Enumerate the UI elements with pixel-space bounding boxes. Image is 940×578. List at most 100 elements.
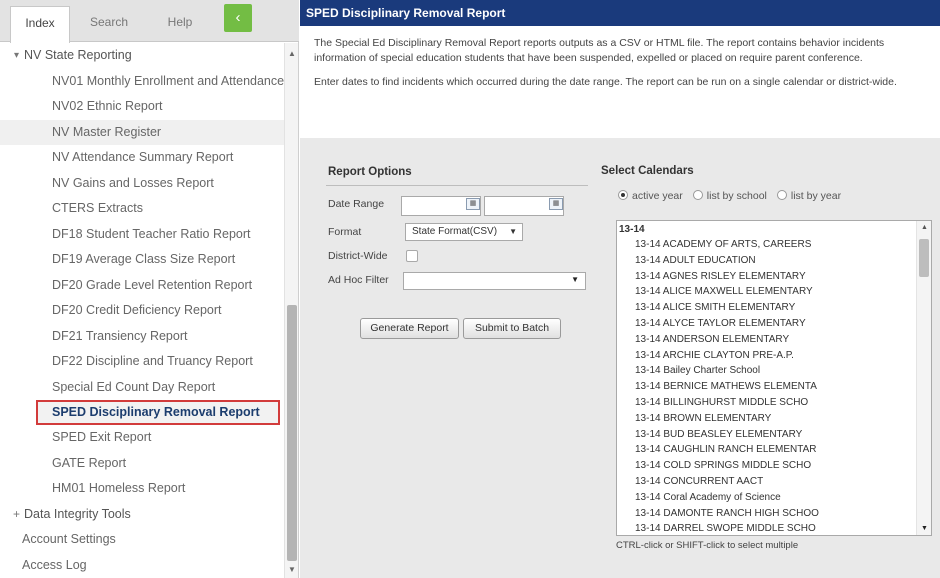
tree-item[interactable]: NV01 Monthly Enrollment and Attendance [0, 69, 284, 95]
description-paragraph: The Special Ed Disciplinary Removal Repo… [314, 37, 885, 64]
tree-item[interactable]: NV02 Ethnic Report [0, 94, 284, 120]
tab-index[interactable]: Index [10, 6, 70, 43]
radio-button[interactable] [692, 190, 703, 200]
generate-report-button[interactable]: Generate Report [360, 318, 459, 339]
collapse-panel-button[interactable]: ‹ [224, 4, 252, 32]
format-label: Format [328, 226, 362, 238]
instructions-paragraph: Enter dates to find incidents which occu… [314, 76, 897, 88]
calendar-option[interactable]: 13-14 ADULT EDUCATION [617, 253, 917, 269]
chevron-down-icon: ▼ [571, 275, 579, 284]
radio-option[interactable]: list by year [776, 190, 841, 202]
tree-item[interactable]: CTERS Extracts [0, 196, 284, 222]
radio-button[interactable] [618, 190, 628, 200]
tree-item-label: CTERS Extracts [52, 201, 143, 215]
tree-item-label: Access Log [22, 557, 87, 572]
calendar-option[interactable]: 13-14 ARCHIE CLAYTON PRE-A.P. [617, 348, 917, 364]
calendar-option[interactable]: 13-14 Coral Academy of Science [617, 490, 917, 506]
calendar-option[interactable]: 13-14 DAMONTE RANCH HIGH SCHOO [617, 506, 917, 522]
scroll-thumb[interactable] [287, 305, 297, 561]
tree-item-label: DF20 Credit Deficiency Report [52, 303, 222, 317]
tree-item-label: DF21 Transiency Report [52, 328, 188, 343]
calendar-option[interactable]: 13-14 COLD SPRINGS MIDDLE SCHO [617, 458, 917, 474]
ad-hoc-filter-select[interactable]: ▼ [403, 272, 586, 290]
calendar-option[interactable]: 13-14 CONCURRENT AACT [617, 474, 917, 490]
tree-scrollbar[interactable]: ▲ ▼ [284, 43, 298, 578]
calendar-option[interactable]: 13-14 AGNES RISLEY ELEMENTARY [617, 269, 917, 285]
tree-item[interactable]: Account Settings [0, 527, 284, 553]
tree-item[interactable]: Special Ed Count Day Report [0, 375, 284, 401]
tree-item[interactable]: DF20 Credit Deficiency Report [0, 298, 284, 324]
report-options-title: Report Options [328, 166, 412, 178]
calendar-option[interactable]: 13-14 ALICE SMITH ELEMENTARY [617, 300, 917, 316]
tree-item-label: NV02 Ethnic Report [52, 99, 163, 113]
district-wide-checkbox[interactable] [406, 250, 418, 262]
format-select[interactable]: State Format(CSV) ▼ [405, 223, 523, 241]
radio-button[interactable] [776, 190, 787, 200]
radio-option[interactable]: active year [618, 190, 683, 202]
radio-option[interactable]: list by school [692, 190, 767, 202]
calendar-option[interactable]: 13-14 ALYCE TAYLOR ELEMENTARY [617, 316, 917, 332]
calendar-option[interactable]: 13-14 BROWN ELEMENTARY [617, 411, 917, 427]
navigation-panel: Index Search Help ‹ ▾ NV State Reporting N… [0, 0, 299, 578]
page-title: SPED Disciplinary Removal Report [300, 0, 940, 26]
tree-item-label: GATE Report [52, 455, 127, 470]
tree-item[interactable]: HM01 Homeless Report [0, 476, 284, 502]
calendar-option[interactable]: 13-14 ACADEMY OF ARTS, CAREERS [617, 237, 917, 253]
tree-item[interactable]: DF19 Average Class Size Report [0, 247, 284, 273]
submit-to-batch-button[interactable]: Submit to Batch [463, 318, 561, 339]
tab-help[interactable]: Help [150, 6, 210, 38]
tree-item-label: NV01 Monthly Enrollment and Attendance [52, 73, 284, 88]
report-form: Report Options Date Range ▦ ▦ Format Sta… [300, 138, 940, 578]
scroll-up-arrow-icon[interactable]: ▲ [921, 224, 928, 231]
tree-item[interactable]: NV Master Register [0, 119, 284, 145]
tree-folder[interactable]: ▾ NV State Reporting [0, 43, 284, 69]
tree-item[interactable]: GATE Report [0, 451, 284, 477]
format-value: State Format(CSV) [412, 226, 498, 237]
calendar-option[interactable]: 13-14 Bailey Charter School [617, 363, 917, 379]
date-range-label: Date Range [328, 198, 385, 210]
tree-item[interactable]: SPED Exit Report [0, 425, 284, 451]
tree-item[interactable]: DF22 Discipline and Truancy Report [0, 349, 284, 375]
calendar-option[interactable]: 13-14 BERNICE MATHEWS ELEMENTA [617, 379, 917, 395]
scroll-thumb[interactable] [919, 239, 929, 277]
radio-label: active year [632, 190, 683, 202]
calendar-option[interactable]: 13-14 ALICE MAXWELL ELEMENTARY [617, 284, 917, 300]
calendar-option[interactable]: 13-14 CAUGHLIN RANCH ELEMENTAR [617, 442, 917, 458]
index-tree: ▾ NV State Reporting NV01 Monthly Enrollme… [0, 43, 284, 578]
calendar-option[interactable]: 13-14 ANDERSON ELEMENTARY [617, 332, 917, 348]
tree-item-label: NV State Reporting [24, 48, 132, 62]
expanded-arrow-icon[interactable]: ▾ [14, 43, 19, 69]
scroll-up-arrow-icon[interactable]: ▲ [288, 49, 296, 58]
tree-item-label: DF22 Discipline and Truancy Report [52, 354, 253, 368]
calendar-option[interactable]: 13-14 BILLINGHURST MIDDLE SCHO [617, 395, 917, 411]
nav-tabs: Index Search Help ‹ [0, 0, 299, 43]
tree-item-label: SPED Exit Report [52, 430, 152, 444]
calendar-option[interactable]: 13-14 BUD BEASLEY ELEMENTARY [617, 427, 917, 443]
scroll-down-arrow-icon[interactable]: ▼ [288, 565, 296, 574]
select-calendars-title: Select Calendars [601, 165, 694, 177]
tree-item[interactable]: DF18 Student Teacher Ratio Report [0, 222, 284, 248]
multi-select-hint: CTRL-click or SHIFT-click to select mult… [616, 540, 799, 551]
calendar-option[interactable]: 13-14 DARREL SWOPE MIDDLE SCHO [617, 521, 917, 535]
expand-plus-icon[interactable]: + [13, 502, 20, 528]
tree-item-label: DF19 Average Class Size Report [52, 252, 236, 266]
ad-hoc-filter-label: Ad Hoc Filter [328, 274, 389, 286]
calendar-icon[interactable]: ▦ [466, 198, 480, 210]
calendar-icon[interactable]: ▦ [549, 198, 563, 210]
tab-search[interactable]: Search [78, 6, 140, 38]
tree-item[interactable]: DF21 Transiency Report [0, 324, 284, 350]
tree-item[interactable]: DF20 Grade Level Retention Report [0, 273, 284, 299]
calendar-items: 13-14 13-14 ACADEMY OF ARTS, CAREERS 13-14… [617, 221, 917, 535]
tree-item[interactable]: NV Attendance Summary Report [0, 145, 284, 171]
divider [326, 185, 588, 186]
tree-item-label: NV Attendance Summary Report [52, 150, 234, 164]
calendar-scrollbar[interactable]: ▲ ▼ [916, 221, 931, 535]
calendar-listbox[interactable]: 13-14 13-14 ACADEMY OF ARTS, CAREERS 13-14… [616, 220, 932, 536]
tree-item-label: DF18 Student Teacher Ratio Report [52, 226, 251, 241]
tree-item[interactable]: NV Gains and Losses Report [0, 171, 284, 197]
calendar-view-radios: active year list by school list by year [618, 190, 851, 202]
scroll-down-arrow-icon[interactable]: ▼ [921, 525, 928, 532]
tree-folder[interactable]: + Data Integrity Tools [0, 502, 284, 528]
tree-item[interactable]: Access Log [0, 553, 284, 578]
tree-item-selected[interactable]: SPED Disciplinary Removal Report [36, 400, 280, 425]
